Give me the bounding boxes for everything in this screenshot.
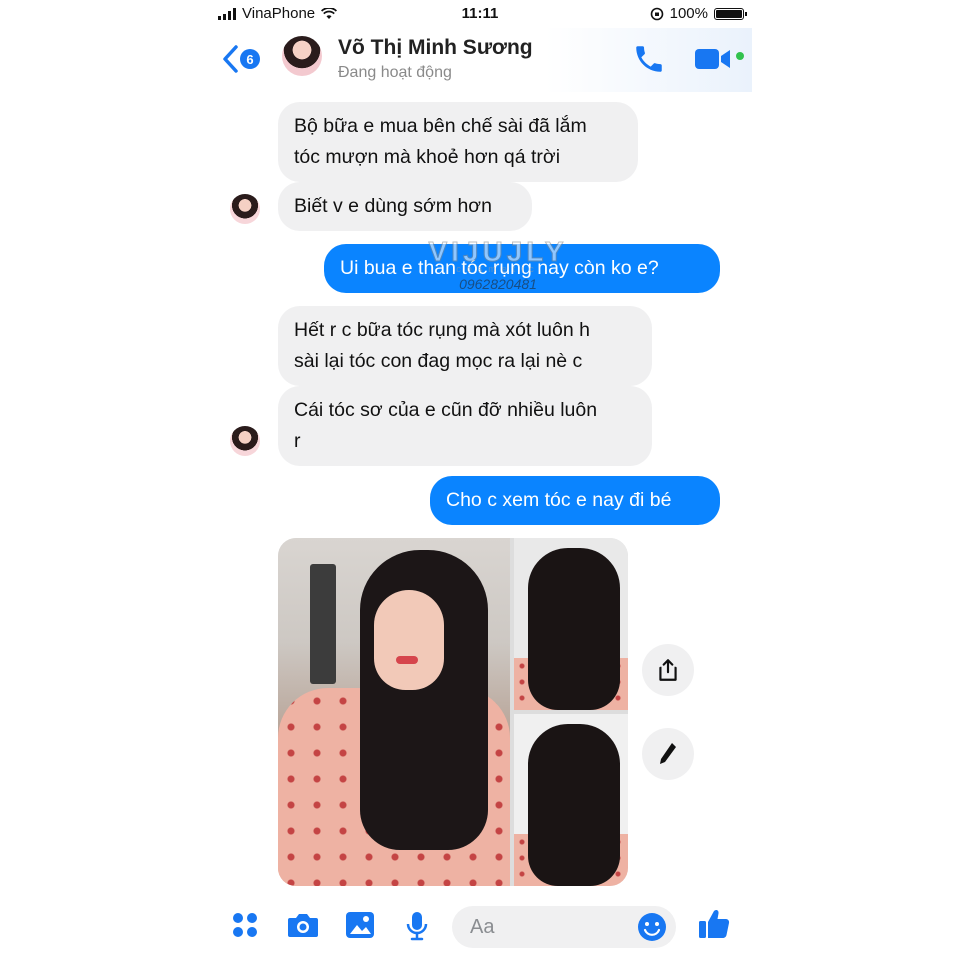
rotation-lock-icon — [650, 7, 663, 20]
share-button[interactable] — [642, 644, 694, 696]
message-line: Biết v e dùng sớm hơn — [294, 195, 492, 217]
microphone-icon[interactable] — [404, 910, 430, 942]
message-line: r — [294, 430, 301, 452]
unread-badge: 6 — [240, 49, 260, 69]
battery-area: 100% — [650, 5, 747, 22]
conversation-header: 6 Võ Thị Minh Sương Đang hoạt động — [208, 28, 752, 92]
photo-selfie[interactable] — [278, 538, 510, 886]
message-bubble-outgoing[interactable]: Ui bua e than tóc rụng nay còn ko e? — [324, 244, 720, 293]
message-bubble-incoming[interactable]: Hết r c bữa tóc rụng mà xót luôn h sài l… — [278, 306, 652, 386]
battery-percent: 100% — [669, 5, 708, 22]
apps-grid-icon[interactable] — [230, 910, 260, 940]
contact-status: Đang hoạt động — [338, 64, 452, 81]
edit-button[interactable] — [642, 728, 694, 780]
message-line: tóc mượn mà khoẻ hơn qá trời — [294, 146, 561, 168]
phone-icon[interactable] — [632, 42, 666, 76]
online-indicator — [736, 52, 744, 60]
photo-hair-back-1[interactable] — [514, 538, 628, 710]
gallery-icon[interactable] — [344, 910, 376, 940]
message-bubble-incoming[interactable]: Cái tóc sơ của e cũn đỡ nhiều luôn r — [278, 386, 652, 466]
sender-avatar — [230, 194, 260, 224]
thumbs-up-icon[interactable] — [696, 906, 732, 942]
share-icon — [659, 659, 677, 681]
message-line: sài lại tóc con đag mọc ra lại nè c — [294, 350, 583, 372]
camera-icon[interactable] — [286, 910, 320, 940]
message-bubble-incoming[interactable]: Biết v e dùng sớm hơn — [278, 182, 532, 231]
back-button[interactable]: 6 — [220, 44, 260, 74]
message-line: Hết r c bữa tóc rụng mà xót luôn h — [294, 319, 590, 341]
contact-name[interactable]: Võ Thị Minh Sương — [338, 36, 533, 60]
message-input-placeholder: Aa — [470, 916, 495, 938]
message-bubble-incoming[interactable]: Bộ bữa e mua bên chế sài đã lắm tóc mượn… — [278, 102, 638, 182]
battery-icon — [714, 7, 747, 20]
message-line: Bộ bữa e mua bên chế sài đã lắm — [294, 115, 587, 137]
sender-avatar — [230, 426, 260, 456]
messenger-screen: VinaPhone 11:11 100% 6 Võ Thị Minh Sương… — [208, 0, 752, 960]
message-bubble-outgoing[interactable]: Cho c xem tóc e nay đi bé — [430, 476, 720, 525]
chevron-left-icon — [223, 45, 238, 73]
message-line: Ui bua e than tóc rụng nay còn ko e? — [340, 257, 659, 279]
video-camera-icon[interactable] — [694, 46, 732, 72]
contact-avatar[interactable] — [282, 36, 322, 76]
edit-pencil-icon — [660, 743, 676, 764]
photo-hair-back-2[interactable] — [514, 714, 628, 886]
message-line: Cái tóc sơ của e cũn đỡ nhiều luôn — [294, 399, 598, 421]
emoji-icon[interactable] — [636, 911, 668, 943]
message-line: Cho c xem tóc e nay đi bé — [446, 489, 672, 511]
status-bar: VinaPhone 11:11 100% — [208, 0, 752, 28]
photo-attachment-group[interactable] — [278, 538, 628, 886]
message-input[interactable]: Aa — [452, 906, 676, 948]
composer-bar: Aa — [208, 898, 752, 960]
